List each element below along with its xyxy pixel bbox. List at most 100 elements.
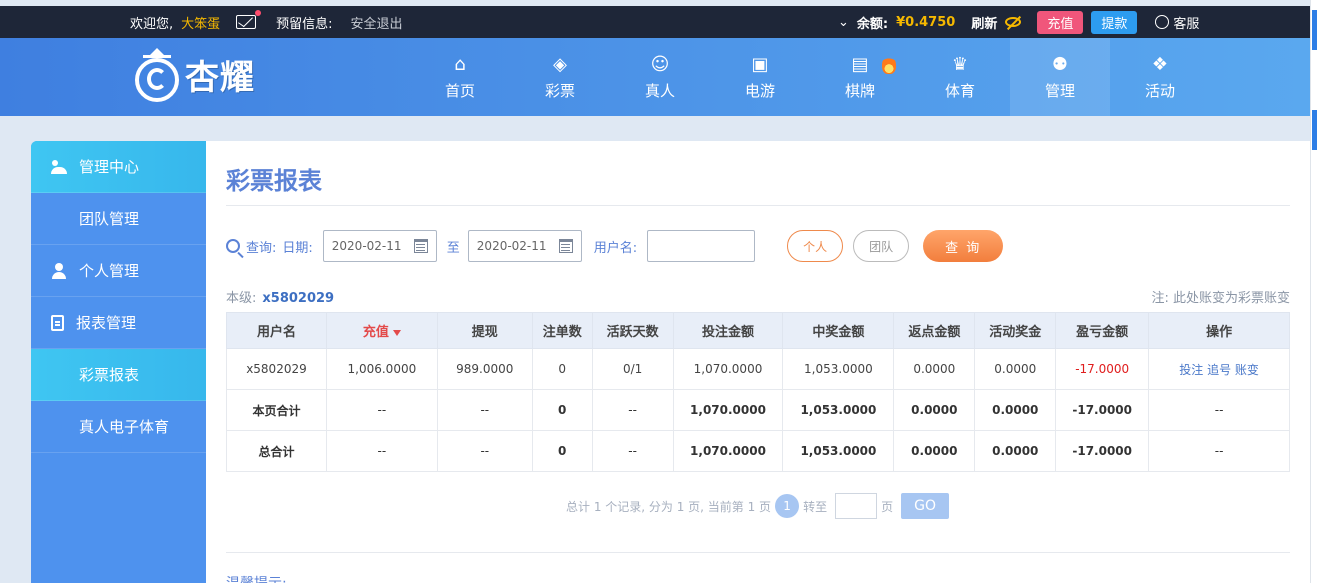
- table-cell: 0.0000: [893, 348, 976, 390]
- table-row-page-total: 本页合计 -- -- 0 -- 1,070.0000 1,053.0000 0.…: [226, 389, 1290, 431]
- chat-icon: [1155, 15, 1170, 29]
- nav-sports[interactable]: ♛ 体育: [910, 38, 1010, 116]
- table-cell: 0: [531, 430, 593, 472]
- page-jump-input[interactable]: [835, 493, 878, 519]
- right-scroll-edge: [1310, 0, 1317, 583]
- refresh-link[interactable]: 刷新: [971, 13, 997, 32]
- logo-text: 杏耀: [185, 57, 255, 98]
- nav-live[interactable]: ☺ 真人: [610, 38, 710, 116]
- side-tab[interactable]: [1312, 10, 1317, 50]
- slot-icon: ▣: [751, 53, 769, 75]
- column-header: 活动奖金: [974, 312, 1057, 349]
- page-unit: 页: [881, 499, 894, 514]
- username-label: 用户名:: [593, 240, 638, 256]
- table-cell: 0.0000: [974, 348, 1057, 390]
- table-cell: --: [436, 430, 533, 472]
- nav-label: 活动: [1144, 81, 1175, 100]
- pagination: 总计 1 个记录, 分为 1 页, 当前第 1 页 1 转至 页 GO: [566, 492, 950, 520]
- sidebar-item-label: 团队管理: [79, 210, 140, 228]
- logout-link[interactable]: 安全退出: [351, 13, 403, 32]
- nav-label: 彩票: [544, 81, 575, 100]
- account-actions: ⌄ 余额: ¥0.4750 刷新 充值 提款 客服: [838, 6, 1199, 38]
- sidebar-item-personal-management[interactable]: 个人管理: [31, 245, 206, 297]
- table-cell-actions[interactable]: 投注 追号 账变: [1148, 348, 1290, 390]
- recharge-button[interactable]: 充值: [1037, 10, 1084, 34]
- sidebar: 管理中心 团队管理 个人管理 报表管理 彩票报表 真人电子体育: [31, 141, 206, 583]
- welcome-text: 欢迎您,: [130, 16, 174, 32]
- cards-icon: ▤: [851, 53, 869, 75]
- table-cell: --: [591, 389, 674, 431]
- nav-management[interactable]: ⚉ 管理: [1010, 38, 1110, 116]
- dealer-icon: ☺: [650, 53, 670, 75]
- note-text: 注: 此处账变为彩票账变: [1151, 291, 1290, 306]
- search-icon: [226, 239, 240, 253]
- to-label: 至: [446, 240, 460, 256]
- side-tab[interactable]: [1312, 110, 1317, 150]
- nav-label: 真人: [644, 81, 675, 100]
- sidebar-item-label: 报表管理: [76, 314, 137, 332]
- nav-lottery[interactable]: ◈ 彩票: [510, 38, 610, 116]
- column-header: 活跃天数: [591, 312, 674, 349]
- reserve-info[interactable]: 预留信息:: [276, 13, 332, 32]
- level-user[interactable]: x5802029: [262, 291, 334, 306]
- column-header-sortable[interactable]: 充值: [325, 312, 438, 349]
- calendar-icon[interactable]: [558, 239, 573, 253]
- date-to-input[interactable]: 2020-02-11: [467, 230, 582, 262]
- jump-label: 转至: [803, 499, 828, 514]
- sidebar-item-live-esports[interactable]: 真人电子体育: [31, 401, 206, 453]
- eye-off-icon[interactable]: [1005, 17, 1022, 27]
- calendar-icon[interactable]: [413, 239, 428, 253]
- query-label: 查询:: [246, 240, 277, 256]
- username-input[interactable]: [647, 230, 756, 262]
- table-cell: 0/1: [591, 348, 674, 390]
- nav-cards[interactable]: ▤ 棋牌: [810, 38, 910, 116]
- table-cell: --: [436, 389, 533, 431]
- sidebar-item-team-management[interactable]: 团队管理: [31, 193, 206, 245]
- team-button[interactable]: 团队: [853, 230, 910, 262]
- nav-slots[interactable]: ▣ 电游: [710, 38, 810, 116]
- chevron-down-icon[interactable]: ⌄: [838, 15, 849, 30]
- table-cell: 1,053.0000: [782, 430, 895, 472]
- table-header-row: 用户名 充值 提现 注单数 活跃天数 投注金额 中奖金额 返点金额 活动奖金 盈…: [226, 312, 1290, 349]
- logo[interactable]: 杏耀: [133, 46, 255, 102]
- table-cell-profit: -17.0000: [1055, 389, 1150, 431]
- table-cell: 0: [531, 348, 593, 390]
- query-bar: 查询: 日期: 2020-02-11 至 2020-02-11 用户名: 个人 …: [226, 229, 1004, 263]
- table-cell-profit: -17.0000: [1055, 348, 1150, 390]
- main-nav: ⌂ 首页 ◈ 彩票 ☺ 真人 ▣ 电游 ▤ 棋牌 ♛ 体育 ⚉ 管理 ❖ 活动: [410, 38, 1210, 116]
- sidebar-item-management-center[interactable]: 管理中心: [31, 141, 206, 193]
- main-panel: 彩票报表 查询: 日期: 2020-02-11 至 2020-02-11 用户名…: [206, 141, 1310, 583]
- go-button[interactable]: GO: [901, 493, 950, 519]
- column-header: 投注金额: [672, 312, 784, 349]
- nav-label: 体育: [944, 81, 975, 100]
- username-link[interactable]: 大笨蛋: [181, 13, 220, 32]
- table-cell: 1,070.0000: [672, 430, 784, 472]
- users-icon: ⚉: [1051, 53, 1069, 75]
- table-cell: --: [325, 430, 438, 472]
- fire-icon: [882, 56, 896, 74]
- service-label: 客服: [1173, 16, 1200, 32]
- table-cell: 0: [531, 389, 593, 431]
- table-cell: 总合计: [226, 430, 327, 472]
- sidebar-item-lottery-report[interactable]: 彩票报表: [31, 349, 206, 401]
- table-cell: --: [325, 389, 438, 431]
- main-header: 杏耀 ⌂ 首页 ◈ 彩票 ☺ 真人 ▣ 电游 ▤ 棋牌 ♛ 体育 ⚉ 管理 ❖ …: [0, 38, 1310, 116]
- nav-activity[interactable]: ❖ 活动: [1110, 38, 1210, 116]
- table-cell: --: [1148, 430, 1290, 472]
- table-cell: 0.0000: [974, 430, 1057, 472]
- table-cell: 989.0000: [436, 348, 533, 390]
- personal-button[interactable]: 个人: [787, 230, 844, 262]
- date-from-value: 2020-02-11: [331, 239, 402, 253]
- withdraw-button[interactable]: 提款: [1091, 10, 1138, 34]
- service-link[interactable]: 客服: [1155, 13, 1199, 32]
- date-label: 日期:: [282, 240, 313, 256]
- table-cell: 1,070.0000: [672, 348, 784, 390]
- nav-home[interactable]: ⌂ 首页: [410, 38, 510, 116]
- date-from-input[interactable]: 2020-02-11: [322, 230, 437, 262]
- query-button[interactable]: 查 询: [923, 230, 1004, 262]
- sidebar-item-report-management[interactable]: 报表管理: [31, 297, 206, 349]
- gift-icon: ❖: [1151, 53, 1169, 75]
- table-cell: x5802029: [226, 348, 327, 390]
- mail-icon[interactable]: [236, 10, 262, 29]
- page-number-button[interactable]: 1: [775, 494, 800, 518]
